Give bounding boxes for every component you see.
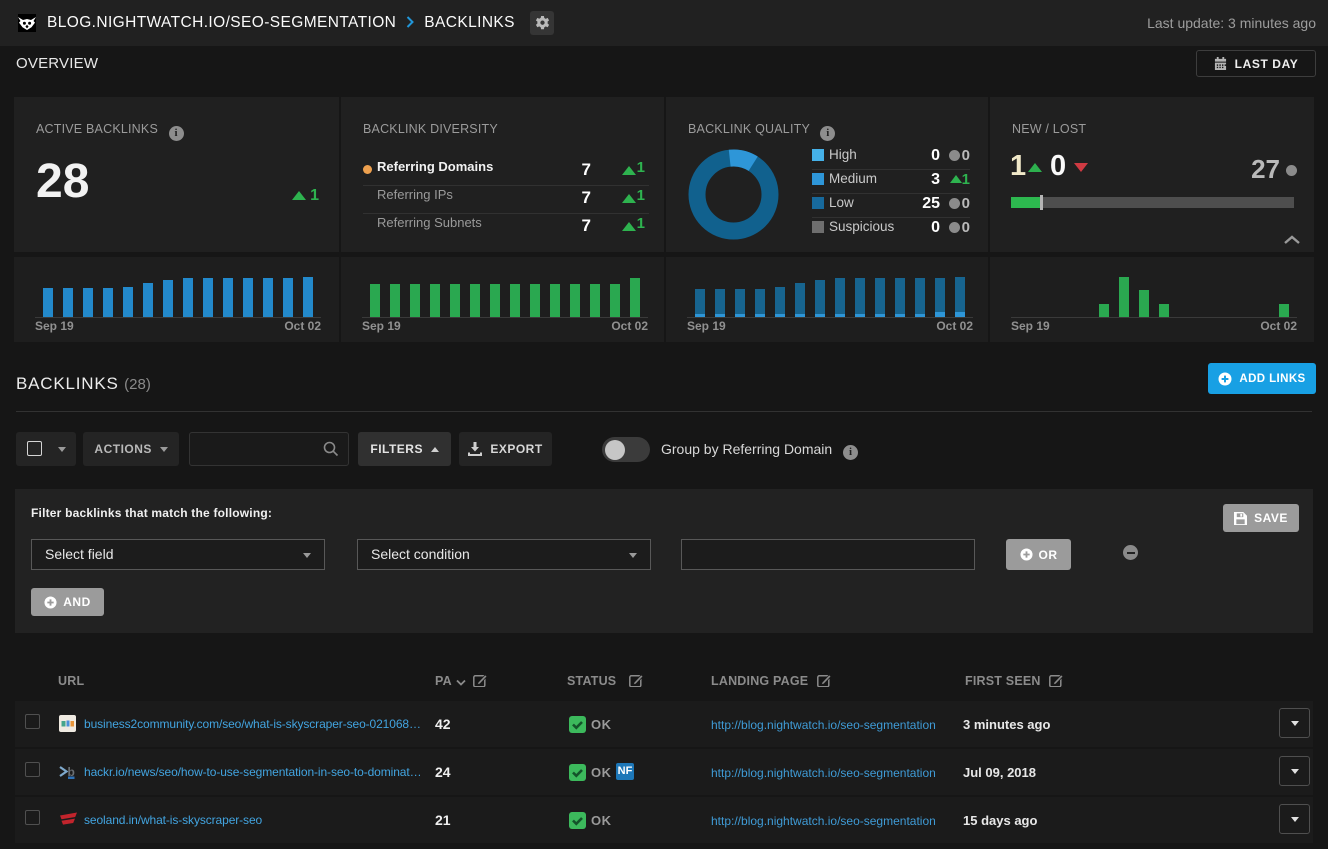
- svg-text:Sep 19: Sep 19: [687, 319, 726, 333]
- svg-text:Sep 19: Sep 19: [35, 319, 74, 333]
- svg-text:Oct 02: Oct 02: [284, 319, 321, 333]
- svg-text:Oct 02: Oct 02: [1260, 319, 1297, 333]
- svg-text:Sep 19: Sep 19: [362, 319, 401, 333]
- svg-text:Sep 19: Sep 19: [1011, 319, 1050, 333]
- svg-text:Oct 02: Oct 02: [936, 319, 973, 333]
- svg-text:Oct 02: Oct 02: [611, 319, 648, 333]
